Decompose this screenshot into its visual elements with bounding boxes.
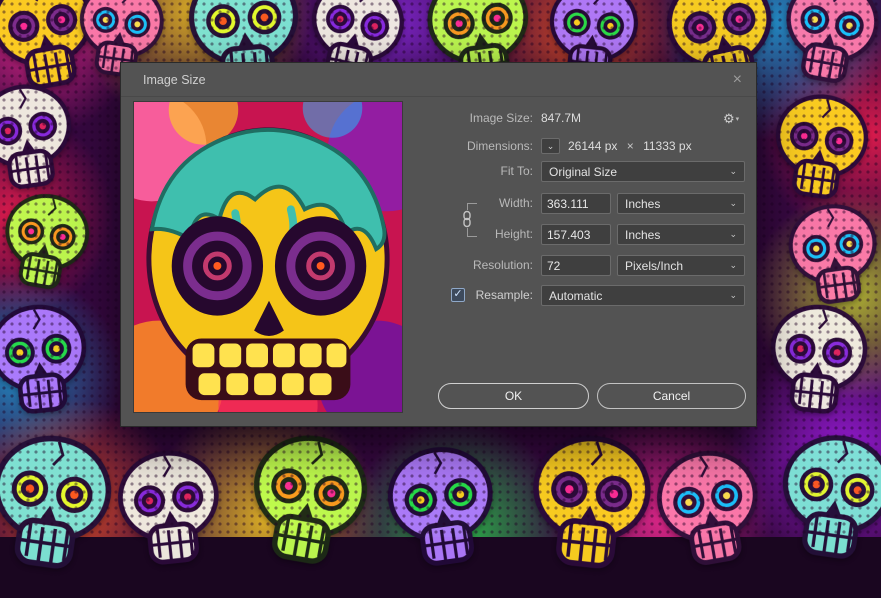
resolution-input[interactable] [541,255,611,276]
dimensions-width: 26144 px [568,139,617,153]
chevron-down-icon: ⌄ [729,229,737,240]
resolution-unit-select[interactable]: Pixels/Inch ⌄ [617,255,745,276]
chevron-down-icon: ⌄ [729,290,737,301]
cancel-button[interactable]: Cancel [597,383,746,409]
dialog-titlebar: Image Size × [121,63,756,97]
dimensions-label: Dimensions: [409,136,533,157]
fit-to-label: Fit To: [409,161,533,182]
chevron-down-icon: ⌄ [729,260,737,271]
resample-select[interactable]: Automatic ⌄ [541,285,745,306]
resolution-label: Resolution: [409,255,533,276]
skull-art [761,422,881,582]
chevron-down-icon: ⌄ [729,166,737,177]
skull-art [639,437,780,588]
ok-button[interactable]: OK [438,383,589,409]
gear-glyph: ⚙ [723,111,735,126]
resample-row: ✓ Resample: Automatic ⌄ [121,285,756,306]
skull-art [754,294,881,432]
gear-caret-icon: ▾ [736,116,740,123]
fit-to-row: Fit To: Original Size ⌄ [121,161,756,182]
link-icon[interactable] [460,210,474,228]
fit-to-value: Original Size [549,165,617,179]
width-unit-value: Inches [625,197,660,211]
image-size-row: Image Size: 847.7M ⚙▾ [121,108,756,129]
close-icon[interactable]: × [733,72,742,88]
width-input[interactable] [541,193,611,214]
skull-art [371,434,514,588]
resolution-unit-value: Pixels/Inch [625,259,683,273]
height-row: Height: Inches ⌄ [121,224,756,245]
skull-art [512,423,667,591]
skull-art [103,440,236,584]
resample-value: Automatic [549,289,602,303]
width-unit-select[interactable]: Inches ⌄ [617,193,745,214]
multiply-symbol: × [627,139,634,153]
chevron-down-icon: ⌄ [547,141,555,152]
skull-art [228,419,387,589]
dimensions-value: 26144 px × 11333 px [568,136,692,157]
height-unit-select[interactable]: Inches ⌄ [617,224,745,245]
gear-icon[interactable]: ⚙▾ [723,108,739,130]
resolution-row: Resolution: Pixels/Inch ⌄ [121,255,756,276]
skull-art [0,182,104,308]
chevron-down-icon: ⌄ [729,198,737,209]
resample-label: Resample: [409,285,533,306]
image-size-value: 847.7M [541,108,581,129]
dimensions-row: Dimensions: ⌄ 26144 px × 11333 px [121,136,756,157]
dimensions-unit-dropdown[interactable]: ⌄ [541,138,560,154]
image-size-label: Image Size: [409,108,533,129]
height-unit-value: Inches [625,228,660,242]
height-input[interactable] [541,224,611,245]
fit-to-select[interactable]: Original Size ⌄ [541,161,745,182]
skull-art [0,294,103,432]
image-size-dialog: Image Size × [120,62,757,427]
dimensions-height: 11333 px [643,139,692,153]
dialog-title: Image Size [143,73,206,87]
screen: Image Size × [0,0,881,537]
width-row: Width: Inches ⌄ [121,193,756,214]
